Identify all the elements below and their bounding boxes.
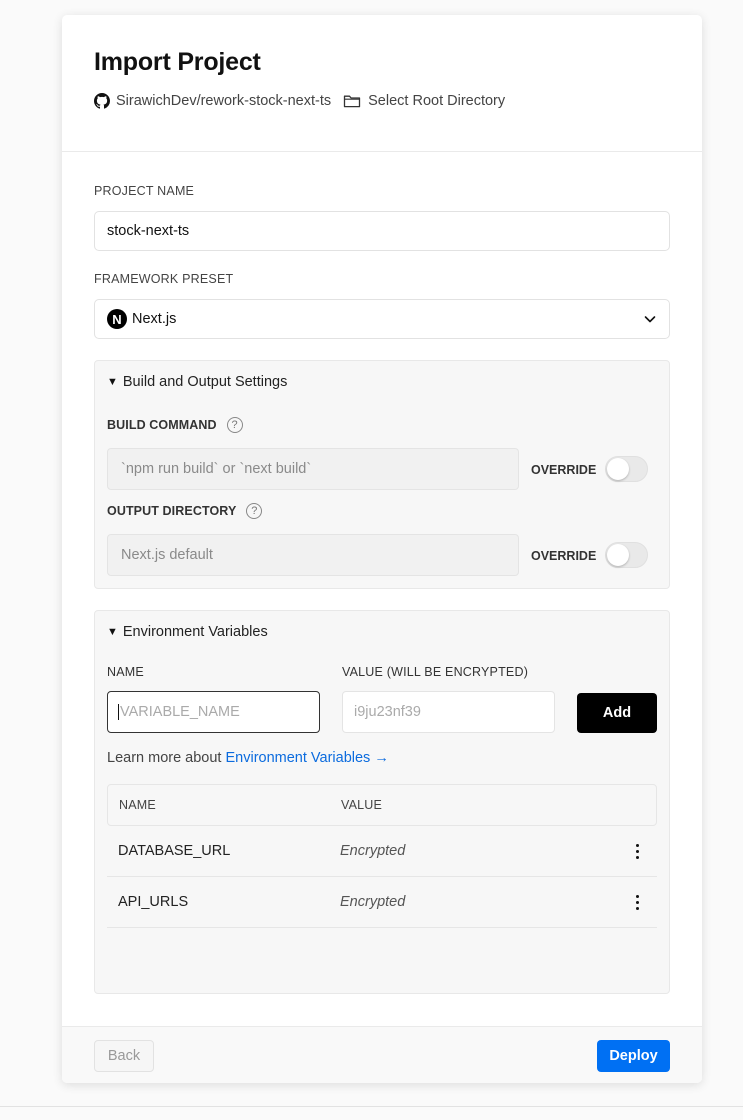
project-name-input[interactable]: stock-next-ts (94, 211, 670, 251)
env-row-name: API_URLS (118, 894, 189, 910)
build-command-input[interactable]: `npm run build` or `next build` (107, 448, 519, 490)
import-project-card: Import Project SirawichDev/rework-stock-… (62, 15, 702, 1083)
env-name-label: NAME (107, 665, 144, 679)
env-row-name: DATABASE_URL (118, 843, 231, 859)
output-directory-override-toggle[interactable] (605, 542, 648, 568)
framework-preset-label: FRAMEWORK PRESET (94, 272, 234, 286)
framework-value: Next.js (132, 311, 177, 327)
column-header-name: NAME (119, 798, 156, 812)
output-directory-override-label: OVERRIDE (531, 549, 597, 563)
deploy-button[interactable]: Deploy (597, 1040, 670, 1072)
env-vars-table: NAME VALUE DATABASE_URL Encrypted API_UR… (107, 784, 657, 928)
more-vertical-icon[interactable] (625, 894, 649, 910)
select-root-directory-link[interactable]: Select Root Directory (368, 93, 505, 109)
project-name-label: PROJECT NAME (94, 184, 195, 198)
page-title: Import Project (94, 48, 261, 76)
help-icon[interactable]: ? (246, 503, 263, 519)
env-name-input[interactable]: VARIABLE_NAME (107, 691, 320, 733)
card-footer: Back Deploy (62, 1026, 702, 1083)
add-env-button[interactable]: Add (577, 693, 657, 733)
env-value-input[interactable]: i9ju23nf39 (342, 691, 555, 733)
build-command-override-label: OVERRIDE (531, 463, 597, 477)
build-command-override-toggle[interactable] (605, 456, 648, 482)
build-settings-toggle[interactable]: ▼ Build and Output Settings (107, 374, 287, 390)
table-row: API_URLS Encrypted (107, 877, 657, 928)
build-command-label: BUILD COMMAND ? (107, 417, 243, 433)
env-value-label: VALUE (WILL BE ENCRYPTED) (342, 665, 529, 679)
caret-down-icon: ▼ (107, 376, 118, 388)
learn-more-text: Learn more about Environment Variables → (107, 750, 389, 766)
chevron-down-icon (643, 312, 657, 326)
output-directory-label: OUTPUT DIRECTORY ? (107, 503, 263, 519)
card-header: Import Project SirawichDev/rework-stock-… (62, 15, 702, 152)
env-row-value: Encrypted (340, 894, 406, 910)
env-vars-toggle[interactable]: ▼ Environment Variables (107, 624, 268, 640)
column-header-value: VALUE (341, 798, 383, 812)
table-header: NAME VALUE (107, 784, 657, 826)
repo-row: SirawichDev/rework-stock-next-ts Select … (94, 93, 670, 109)
build-settings-title: Build and Output Settings (122, 374, 288, 390)
more-vertical-icon[interactable] (625, 843, 649, 859)
github-icon (94, 93, 110, 109)
environment-variables-panel: ▼ Environment Variables NAME VALUE (WILL… (94, 610, 670, 994)
help-icon[interactable]: ? (226, 417, 243, 433)
env-docs-link[interactable]: Environment Variables → (226, 750, 389, 766)
table-row: DATABASE_URL Encrypted (107, 826, 657, 877)
caret-down-icon: ▼ (107, 626, 118, 638)
folder-icon (343, 93, 361, 109)
build-output-settings-panel: ▼ Build and Output Settings BUILD COMMAN… (94, 360, 670, 589)
repo-name[interactable]: SirawichDev/rework-stock-next-ts (116, 93, 331, 109)
env-row-value: Encrypted (340, 843, 406, 859)
output-directory-input[interactable]: Next.js default (107, 534, 519, 576)
page-bottom-divider (0, 1106, 743, 1107)
framework-preset-select[interactable]: N Next.js (94, 299, 670, 339)
nextjs-logo-icon: N (107, 309, 127, 329)
back-button[interactable]: Back (94, 1040, 154, 1072)
env-vars-title: Environment Variables (122, 624, 268, 640)
